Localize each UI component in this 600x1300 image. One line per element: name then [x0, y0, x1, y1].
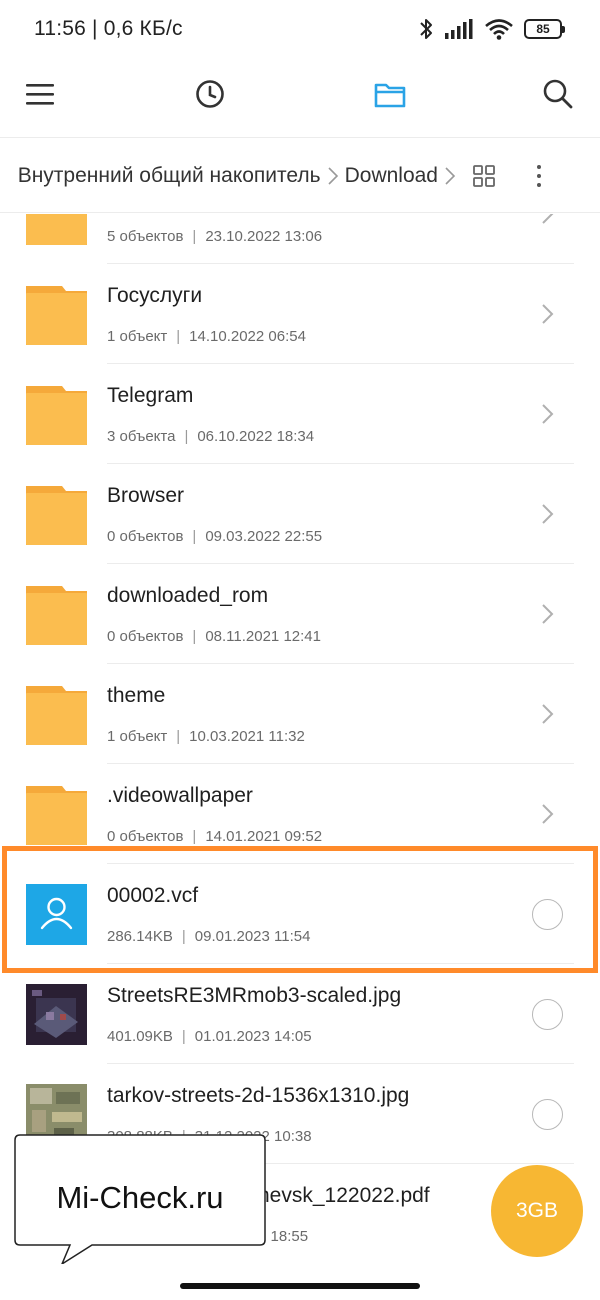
- select-checkbox[interactable]: [532, 999, 563, 1030]
- list-item[interactable]: downloaded_rom 0 объектов | 08.11.2021 12:…: [0, 564, 600, 664]
- file-meta: 401.09KB | 01.01.2023 14:05: [107, 1028, 312, 1045]
- image-thumbnail: [26, 984, 87, 1045]
- folder-icon[interactable]: [370, 74, 410, 114]
- folder-icon: [26, 486, 87, 545]
- home-indicator[interactable]: [180, 1283, 420, 1289]
- file-meta: 1 объект | 10.03.2021 11:32: [107, 728, 305, 745]
- folder-icon: [26, 214, 87, 245]
- file-name: .videowallpaper: [107, 784, 253, 807]
- more-icon[interactable]: [522, 159, 556, 193]
- chevron-right-icon: [445, 167, 456, 185]
- bluetooth-icon: [420, 19, 432, 39]
- list-item[interactable]: Browser 0 объектов | 09.03.2022 22:55: [0, 464, 600, 564]
- breadcrumb-bar: Внутренний общий накопитель Download: [0, 139, 600, 213]
- file-name: Госуслуги: [107, 284, 203, 307]
- list-item[interactable]: Госуслуги 1 объект | 14.10.2022 06:54: [0, 264, 600, 364]
- watermark-callout: Mi-Check.ru: [14, 1134, 266, 1264]
- file-name: StreetsRE3MRmob3-scaled.jpg: [107, 984, 402, 1007]
- recent-icon[interactable]: [190, 74, 230, 114]
- folder-icon: [26, 586, 87, 645]
- chevron-right-icon: [328, 167, 338, 185]
- file-name: Telegram: [107, 384, 194, 407]
- file-meta: 5 объектов | 23.10.2022 13:06: [107, 228, 323, 245]
- list-item[interactable]: theme 1 объект | 10.03.2021 11:32: [0, 664, 600, 764]
- chevron-right-icon: [542, 604, 554, 624]
- list-item[interactable]: .videowallpaper 0 объектов | 14.01.2021 09…: [0, 764, 600, 864]
- list-item[interactable]: StreetsRE3MRmob3-scaled.jpg 401.09KB | 01.…: [0, 964, 600, 1064]
- search-icon[interactable]: [538, 74, 578, 114]
- battery-icon: 85: [524, 19, 565, 39]
- file-name: downloaded_rom: [107, 584, 269, 607]
- grid-view-icon[interactable]: [467, 159, 501, 193]
- chevron-right-icon: [542, 504, 554, 524]
- file-name: theme: [107, 684, 166, 707]
- list-item[interactable]: 00002.vcf 286.14KB | 09.01.2023 11:54: [0, 864, 600, 964]
- list-item[interactable]: 5 объектов | 23.10.2022 13:06: [0, 214, 600, 264]
- file-meta: 3 объекта | 06.10.2022 18:34: [107, 428, 315, 445]
- file-meta: 0 объектов | 14.01.2021 09:52: [107, 828, 323, 845]
- file-name: 00002.vcf: [107, 884, 199, 907]
- contact-file-icon: [26, 884, 87, 945]
- folder-icon: [26, 786, 87, 845]
- storage-button[interactable]: 3GB: [491, 1165, 583, 1257]
- chevron-right-icon: [542, 804, 554, 824]
- wifi-icon: [485, 19, 513, 40]
- chevron-right-icon: [542, 404, 554, 424]
- menu-icon[interactable]: [20, 74, 60, 114]
- list-item[interactable]: Telegram 3 объекта | 06.10.2022 18:34: [0, 364, 600, 464]
- status-bar: 11:56 | 0,6 КБ/с 85: [0, 0, 600, 58]
- file-name: tarkov-streets-2d-1536x1310.jpg: [107, 1084, 410, 1107]
- file-meta: 1 объект | 14.10.2022 06:54: [107, 328, 306, 345]
- signal-icon: [445, 19, 473, 39]
- chevron-right-icon: [542, 304, 554, 324]
- breadcrumb-item-download[interactable]: Download: [345, 164, 438, 188]
- status-icons: 85: [418, 14, 565, 44]
- file-meta: 286.14KB | 09.01.2023 11:54: [107, 928, 311, 945]
- watermark-text: Mi-Check.ru: [56, 1180, 224, 1215]
- status-time: 11:56 | 0,6 КБ/с: [34, 17, 183, 40]
- chevron-right-icon: [542, 704, 554, 724]
- folder-icon: [26, 386, 87, 445]
- toolbar: [0, 58, 600, 138]
- folder-icon: [26, 286, 87, 345]
- breadcrumb-item-storage[interactable]: Внутренний общий накопитель: [18, 164, 321, 188]
- file-name: nevsk_122022.pdf: [258, 1184, 430, 1207]
- folder-icon: [26, 686, 87, 745]
- chevron-right-icon: [542, 214, 554, 224]
- select-checkbox[interactable]: [532, 899, 563, 930]
- file-name: Browser: [107, 484, 185, 507]
- breadcrumb: Внутренний общий накопитель Download: [0, 139, 462, 212]
- file-meta: 0 объектов | 09.03.2022 22:55: [107, 528, 323, 545]
- select-checkbox[interactable]: [532, 1099, 563, 1130]
- file-meta: 0 объектов | 08.11.2021 12:41: [107, 628, 321, 645]
